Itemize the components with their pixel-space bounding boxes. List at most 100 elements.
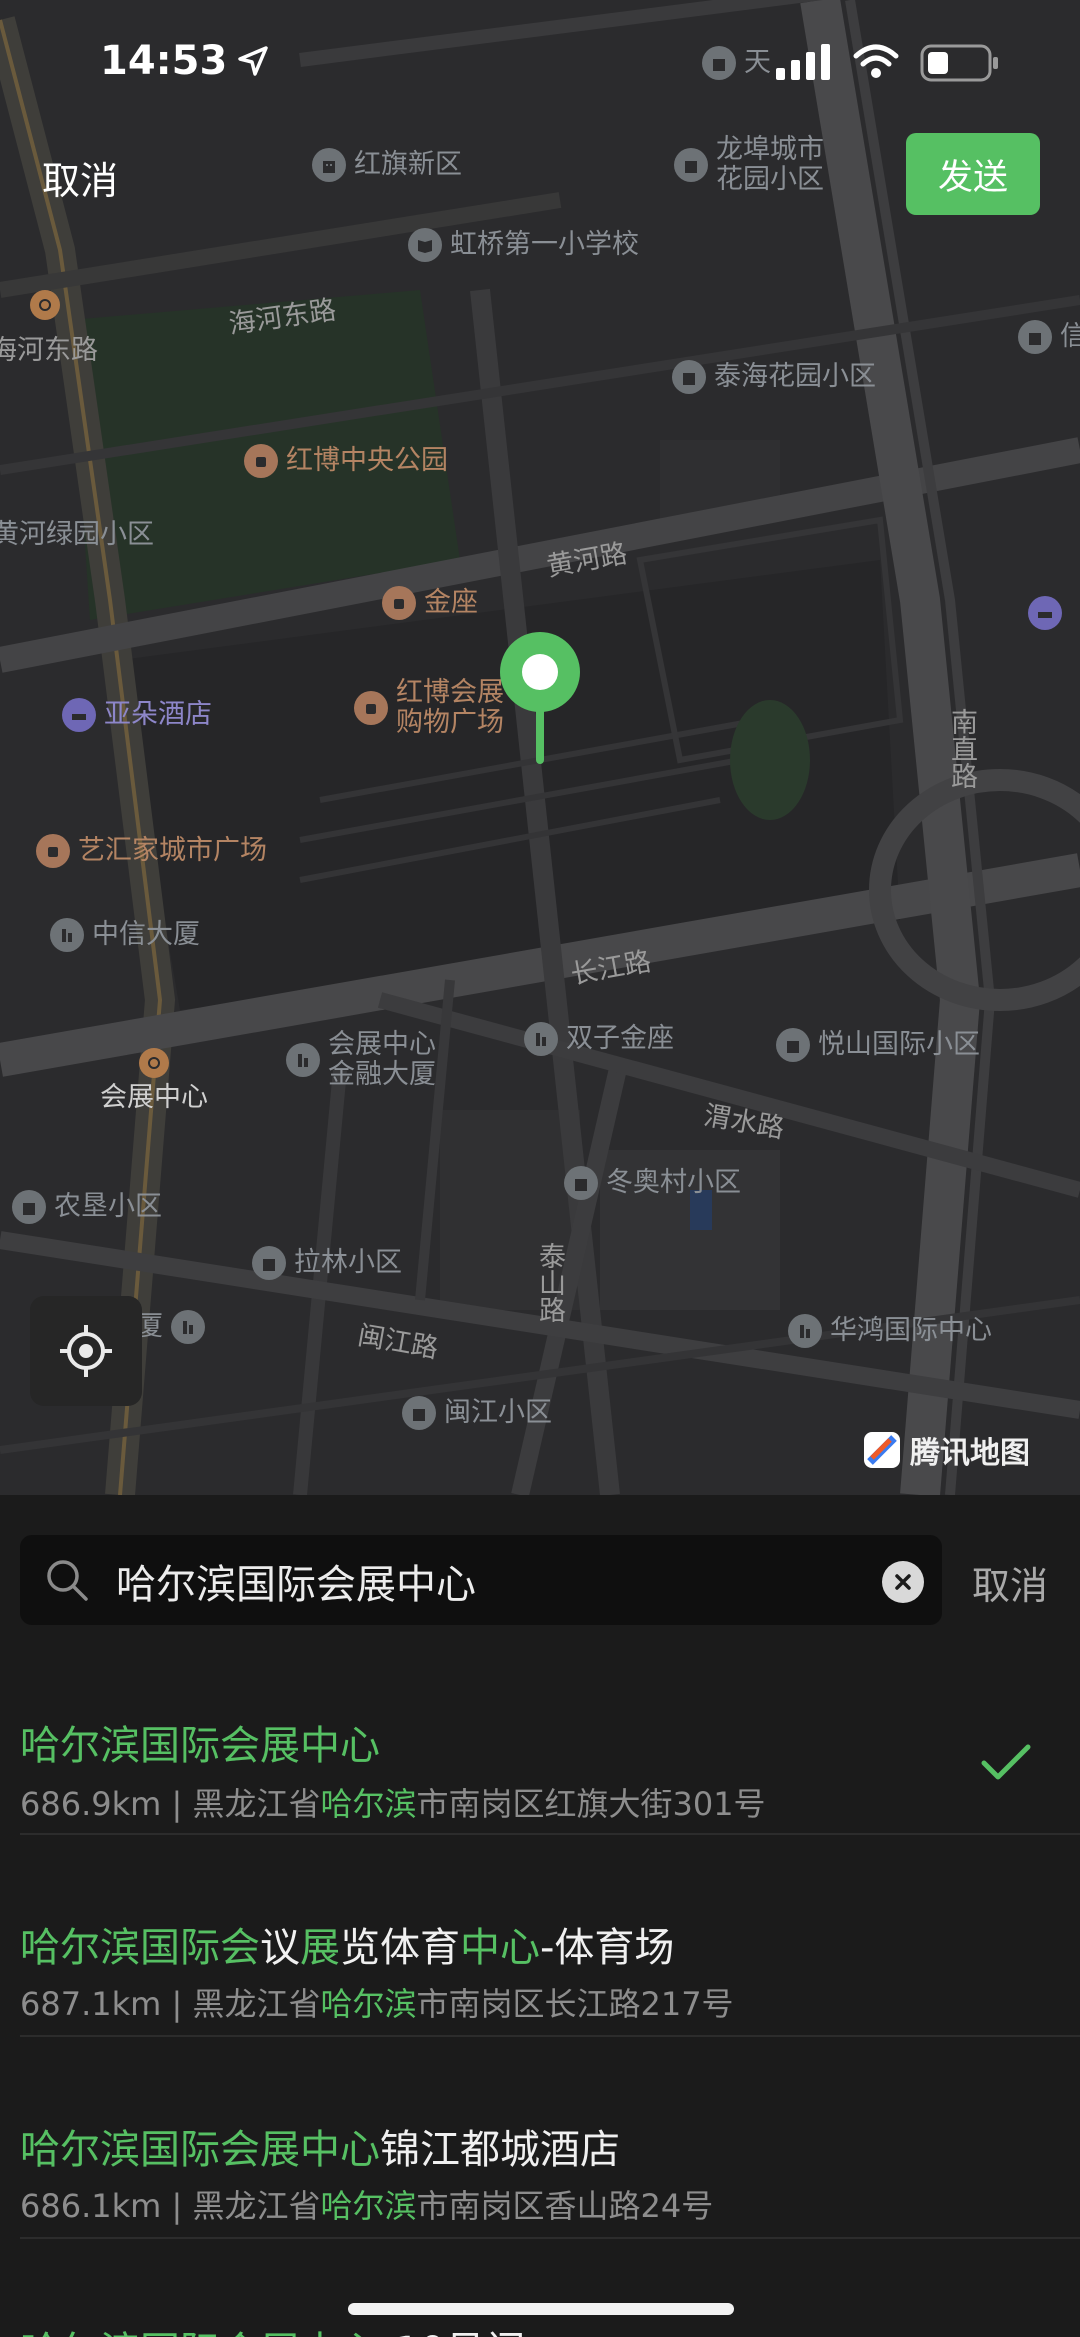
map-view[interactable]: 海河东路 海河东路 黄河路 长江路 渭水路 闽江路 泰山路 南直路 红旗新区 龙… bbox=[0, 0, 1080, 1495]
poi-label: 信 bbox=[1060, 320, 1080, 352]
poi-label: 艺汇家城市广场 bbox=[78, 834, 267, 866]
poi-marker[interactable]: 泰海花园小区 bbox=[672, 360, 876, 394]
building-icon bbox=[672, 360, 706, 394]
result-address-part: 哈尔滨 bbox=[320, 1785, 417, 1823]
result-address: 686.1km | 黑龙江省哈尔滨市南岗区香山路24号 bbox=[20, 2181, 713, 2227]
status-time: 14:53 bbox=[100, 38, 228, 84]
list-item[interactable]: 哈尔滨国际会展中心锦江都城酒店 686.1km | 黑龙江省哈尔滨市南岗区香山路2… bbox=[0, 2037, 1080, 2239]
poi-label: 冬奥村小区 bbox=[606, 1166, 741, 1198]
send-button[interactable]: 发送 bbox=[906, 133, 1040, 215]
office-icon bbox=[50, 918, 84, 952]
search-bar: 取消 bbox=[0, 1495, 1080, 1635]
poi-marker[interactable]: 虹桥第一小学校 bbox=[408, 228, 639, 262]
poi-marker[interactable] bbox=[1028, 596, 1062, 630]
poi-marker[interactable]: 红博中央公园 bbox=[244, 444, 448, 478]
poi-label: 红旗新区 bbox=[354, 148, 462, 180]
poi-marker[interactable]: 金座 bbox=[382, 586, 478, 620]
park-icon bbox=[244, 444, 278, 478]
battery-icon bbox=[920, 44, 998, 82]
list-item[interactable]: 哈尔滨国际会展中心 686.9km | 黑龙江省哈尔滨市南岗区红旗大街301号 bbox=[0, 1635, 1080, 1835]
result-title-part: 哈尔滨国际会展中心 bbox=[20, 2329, 380, 2337]
close-icon bbox=[895, 1574, 911, 1590]
poi-marker[interactable]: 中信大厦 bbox=[50, 918, 200, 952]
poi-label: 中信大厦 bbox=[92, 918, 200, 950]
building-icon bbox=[776, 1028, 810, 1062]
separator: | bbox=[161, 2187, 193, 2225]
status-bar: 14:53 bbox=[0, 0, 1080, 130]
poi-marker[interactable]: 悦山国际小区 bbox=[776, 1028, 980, 1062]
building-icon bbox=[674, 147, 708, 182]
poi-marker[interactable]: 双子金座 bbox=[524, 1022, 674, 1056]
poi-marker[interactable]: 闽江小区 bbox=[402, 1396, 552, 1430]
wifi-icon bbox=[853, 44, 899, 78]
poi-marker[interactable]: 拉林小区 bbox=[252, 1246, 402, 1280]
poi-marker[interactable]: 会展中心 bbox=[100, 1048, 208, 1114]
poi-marker[interactable]: 厦 bbox=[136, 1310, 205, 1344]
poi-label: 会展中心 bbox=[100, 1082, 208, 1113]
poi-marker[interactable]: 会展中心 金融大厦 bbox=[286, 1030, 436, 1089]
poi-marker[interactable]: 冬奥村小区 bbox=[564, 1166, 741, 1200]
building-icon bbox=[402, 1396, 436, 1430]
checkmark-icon bbox=[981, 1744, 1031, 1780]
result-title: 哈尔滨国际会展中心锦江都城酒店 bbox=[20, 2117, 620, 2175]
location-pin-icon[interactable] bbox=[498, 630, 582, 764]
result-title-part: 议 bbox=[260, 1925, 300, 1971]
poi-label: 农垦小区 bbox=[54, 1190, 162, 1222]
building-icon bbox=[252, 1246, 286, 1280]
search-results-list: 哈尔滨国际会展中心 686.9km | 黑龙江省哈尔滨市南岗区红旗大街301号 哈尔… bbox=[0, 1635, 1080, 2337]
search-box[interactable] bbox=[20, 1535, 942, 1627]
result-title-part: 锦江都城酒店 bbox=[380, 2127, 620, 2173]
road-label: 泰山路 bbox=[534, 1242, 565, 1323]
list-item[interactable]: 哈尔滨国际会展中心-10号门 bbox=[0, 2239, 1080, 2337]
poi-label: 黄河绿园小区 bbox=[0, 519, 154, 550]
result-address-part: 市南岗区香山路24号 bbox=[416, 2187, 714, 2225]
cancel-button[interactable]: 取消 bbox=[42, 150, 118, 205]
result-title-part: 哈尔滨国际会展中心 bbox=[20, 1723, 380, 1769]
result-title-part: 展 bbox=[300, 1925, 340, 1971]
poi-marker[interactable]: 华鸿国际中心 bbox=[788, 1314, 992, 1348]
poi-label: 拉林小区 bbox=[294, 1246, 402, 1278]
hotel-icon bbox=[62, 698, 96, 732]
metro-icon bbox=[30, 290, 60, 320]
clear-search-button[interactable] bbox=[882, 1561, 924, 1603]
poi-marker[interactable]: 亚朵酒店 bbox=[62, 698, 212, 732]
separator: | bbox=[161, 1985, 193, 2023]
shopping-icon bbox=[382, 586, 416, 620]
poi-marker[interactable]: 红博会展 购物广场 bbox=[354, 678, 504, 737]
list-item[interactable]: 哈尔滨国际会议展览体育中心-体育场 687.1km | 黑龙江省哈尔滨市南岗区长江… bbox=[0, 1835, 1080, 2037]
poi-label: 华鸿国际中心 bbox=[830, 1314, 992, 1346]
poi-marker[interactable]: 农垦小区 bbox=[12, 1190, 162, 1224]
search-input[interactable] bbox=[114, 1535, 878, 1627]
result-address-part: 哈尔滨 bbox=[320, 1985, 417, 2023]
result-address-part: 黑龙江省 bbox=[192, 2187, 321, 2225]
poi-marker[interactable] bbox=[30, 290, 60, 320]
result-title: 哈尔滨国际会展中心 bbox=[20, 1713, 380, 1771]
building-icon bbox=[312, 148, 346, 182]
search-icon bbox=[47, 1560, 88, 1601]
poi-label: 闽江小区 bbox=[444, 1396, 552, 1428]
office-icon bbox=[788, 1314, 822, 1348]
separator: | bbox=[161, 1785, 193, 1823]
home-indicator[interactable] bbox=[348, 2303, 734, 2315]
result-title-part: 览体育 bbox=[340, 1925, 460, 1971]
poi-label: 金座 bbox=[424, 586, 478, 618]
poi-marker[interactable]: 龙埠城市 花园小区 bbox=[674, 135, 824, 194]
poi-marker[interactable]: 红旗新区 bbox=[312, 148, 462, 182]
result-title-part: -体育场 bbox=[540, 1925, 675, 1971]
result-title: 哈尔滨国际会展中心-10号门 bbox=[20, 2319, 525, 2337]
poi-label: 龙埠城市 花园小区 bbox=[716, 134, 824, 195]
cancel-search-button[interactable]: 取消 bbox=[972, 1555, 1048, 1610]
result-title: 哈尔滨国际会议展览体育中心-体育场 bbox=[20, 1915, 674, 1973]
shopping-icon bbox=[354, 690, 388, 725]
result-address: 687.1km | 黑龙江省哈尔滨市南岗区长江路217号 bbox=[20, 1979, 734, 2025]
poi-label: 悦山国际小区 bbox=[818, 1028, 980, 1060]
poi-marker[interactable]: 艺汇家城市广场 bbox=[36, 834, 267, 868]
poi-marker[interactable]: 信 bbox=[1018, 320, 1080, 354]
result-address-part: 哈尔滨 bbox=[320, 2187, 417, 2225]
cellular-signal-icon bbox=[776, 44, 830, 80]
locate-me-button[interactable] bbox=[30, 1296, 142, 1406]
map-brand-label: 腾讯地图 bbox=[910, 1436, 1030, 1471]
result-address-part: 市南岗区红旗大街301号 bbox=[416, 1785, 766, 1823]
metro-icon bbox=[139, 1048, 169, 1078]
result-title-part: 哈尔滨国际会展中心 bbox=[20, 2127, 380, 2173]
